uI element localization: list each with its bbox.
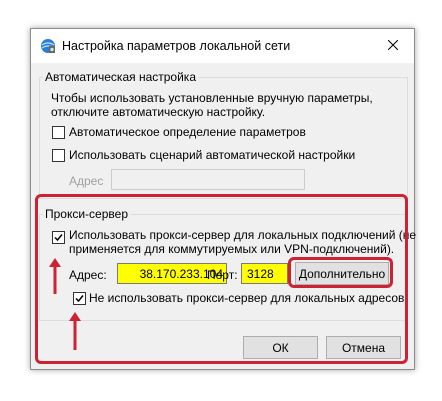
script-address-input[interactable] [111,169,305,190]
advanced-button-highlight [288,257,393,288]
use-script-label[interactable]: Использовать сценарий автоматической нас… [69,148,355,162]
close-button[interactable] [378,34,408,58]
auto-config-legend: Автоматическая настройка [43,70,198,84]
script-address-label: Адрес [69,174,104,188]
auto-detect-checkbox[interactable] [52,126,65,139]
auto-config-description-2: отключите автоматическую настройку. [51,105,266,119]
title-bar: Настройка параметров локальной сети [31,29,414,63]
arrow-up-icon [69,312,81,350]
use-script-checkbox[interactable] [52,149,65,162]
auto-config-description-1: Чтобы использовать установленные вручную… [51,91,373,105]
auto-detect-label[interactable]: Автоматическое определение параметров [69,125,306,139]
close-icon [387,39,399,53]
network-settings-icon [40,38,56,54]
arrow-up-icon [49,258,61,294]
window-title: Настройка параметров локальной сети [62,39,291,53]
